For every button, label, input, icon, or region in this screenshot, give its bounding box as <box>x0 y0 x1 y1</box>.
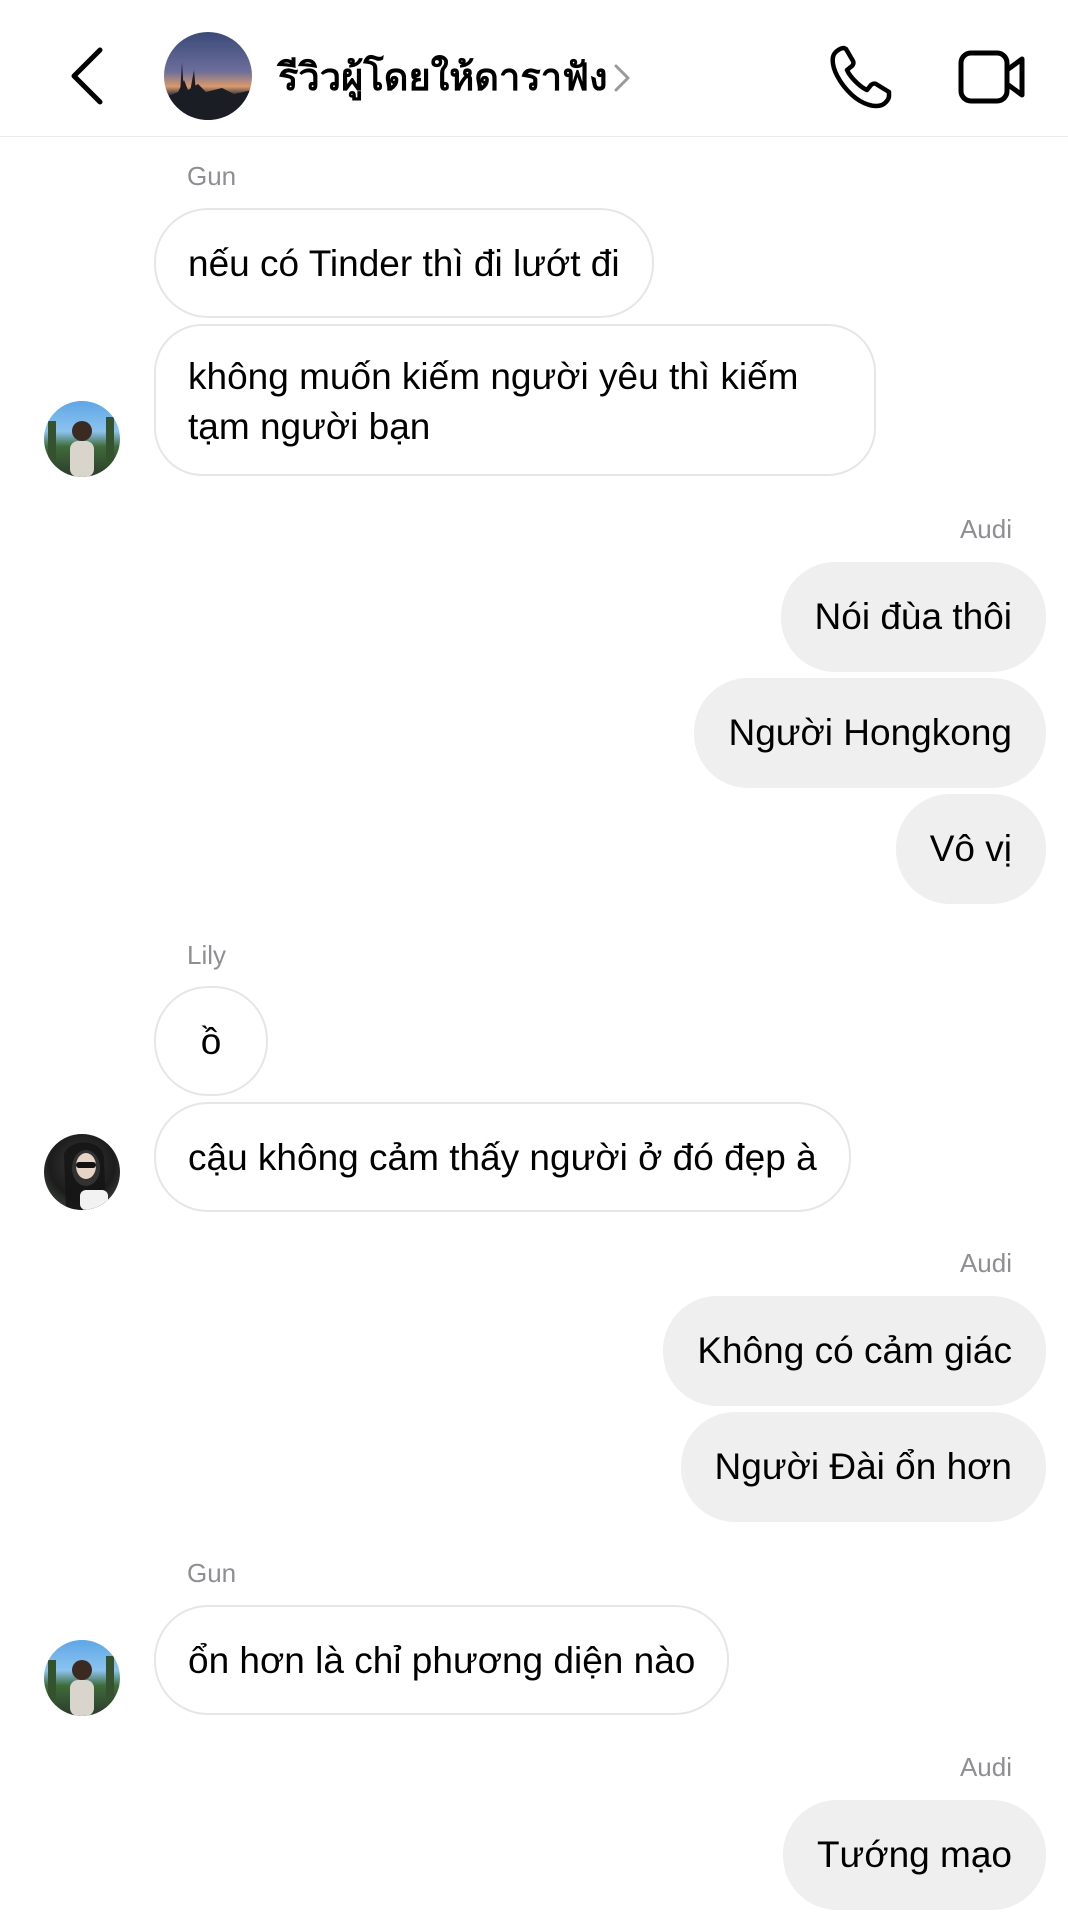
chat-title[interactable]: รีวิวผู้โดยให้ดาราฟัง <box>278 50 608 106</box>
sender-name: Gun <box>187 161 237 191</box>
person-photo <box>64 1142 108 1210</box>
message-bubble-outgoing[interactable]: Người Đài ổn hơn <box>680 1412 1046 1522</box>
message-bubble-outgoing[interactable]: Vô vị <box>895 794 1046 904</box>
chevron-left-icon <box>71 47 103 105</box>
sender-name: Audi <box>959 514 1012 544</box>
avatar-gun[interactable] <box>44 1640 120 1716</box>
sender-name: Lily <box>187 940 227 970</box>
avatar-lily[interactable] <box>44 1134 120 1210</box>
message-bubble-incoming[interactable]: cậu không cảm thấy người ở đó đẹp à <box>154 1102 851 1212</box>
video-call-button[interactable] <box>958 48 1026 106</box>
audio-call-button[interactable] <box>828 44 892 110</box>
message-bubble-incoming[interactable]: ồ <box>154 986 268 1096</box>
details-button[interactable] <box>612 62 632 94</box>
person-photo <box>48 1656 114 1716</box>
video-camera-icon <box>958 50 1025 104</box>
chat-header: รีวิวผู้โดยให้ดาราฟัง <box>0 0 1068 137</box>
message-bubble-outgoing[interactable]: Tướng mạo <box>782 1800 1046 1910</box>
phone-icon <box>830 45 892 109</box>
message-bubble-outgoing[interactable]: Người Hongkong <box>694 678 1046 788</box>
avatar-gun[interactable] <box>44 401 120 477</box>
person-photo <box>48 417 114 477</box>
message-bubble-outgoing[interactable]: Không có cảm giác <box>663 1296 1046 1406</box>
silhouette-trees-image <box>164 62 252 120</box>
message-bubble-incoming[interactable]: không muốn kiếm người yêu thì kiếm tạm n… <box>154 324 876 476</box>
message-bubble-incoming[interactable]: nếu có Tinder thì đi lướt đi <box>154 208 654 318</box>
sender-name: Gun <box>187 1558 237 1588</box>
back-button[interactable] <box>62 44 112 108</box>
sender-name: Audi <box>959 1752 1012 1782</box>
chevron-right-icon <box>614 64 630 92</box>
message-bubble-incoming[interactable]: ổn hơn là chỉ phương diện nào <box>154 1605 730 1715</box>
sender-name: Audi <box>959 1248 1012 1278</box>
message-bubble-outgoing[interactable]: Nói đùa thôi <box>780 562 1046 672</box>
group-avatar[interactable] <box>164 32 252 120</box>
